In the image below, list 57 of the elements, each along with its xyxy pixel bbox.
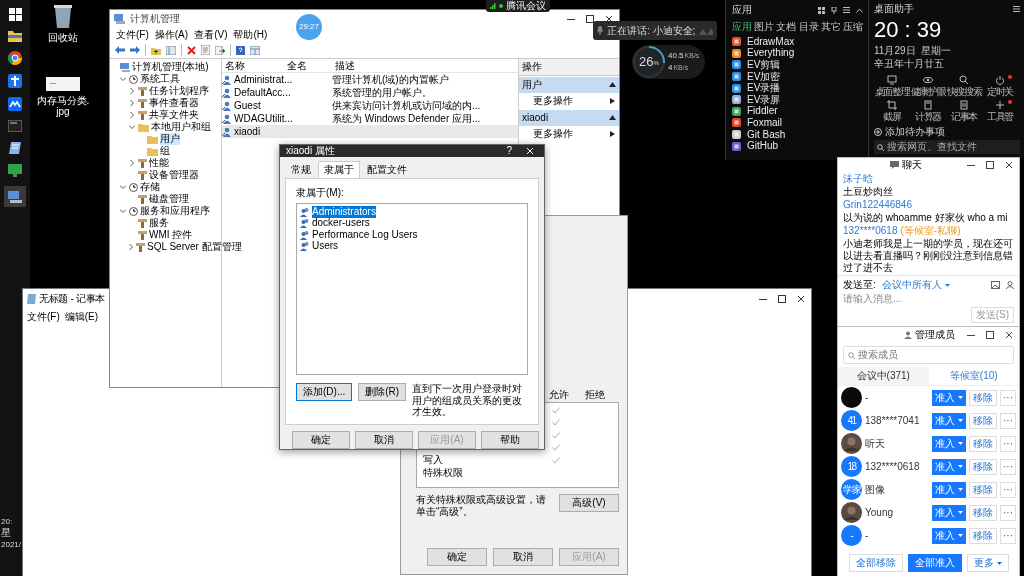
clock-text: 2021/ bbox=[1, 540, 22, 550]
table-cell-text: 供来宾访问计算机或访问域的内... bbox=[332, 99, 482, 112]
info-text: 直到下一次用户登录时对用户的组成员关系的更改才生效。 bbox=[412, 383, 524, 418]
field-label: 发送至: bbox=[843, 279, 876, 291]
upload-speed: 40.5 bbox=[668, 51, 684, 61]
download-speed: 4 bbox=[668, 63, 673, 73]
member-name: 138****7041 bbox=[865, 414, 921, 427]
window-title: 聊天 bbox=[902, 159, 922, 171]
table-cell: DefaultAcc... bbox=[234, 86, 291, 99]
weekday-text: 星期一 bbox=[920, 45, 951, 57]
permission-name: 写入 bbox=[423, 454, 444, 467]
info-text: 有关特殊权限或高级设置，请单击“高级”。 bbox=[416, 494, 547, 518]
window-title: 管理成员 bbox=[915, 329, 955, 341]
sender-name: 132****0618 bbox=[843, 225, 898, 237]
message-text: 土豆炒肉丝 bbox=[843, 186, 894, 198]
pane-header: 操作 bbox=[519, 59, 619, 76]
member-name: Young bbox=[865, 506, 894, 519]
member-name: 听天 bbox=[865, 437, 886, 450]
member-name: 132****0618 bbox=[865, 460, 921, 473]
table-cell-text: 管理计算机(域)的内置帐户 bbox=[332, 73, 450, 86]
app-title: 腾讯会议 bbox=[506, 0, 546, 12]
clock-text: 20: bbox=[1, 516, 14, 527]
member-name: - bbox=[865, 529, 870, 542]
column-header: 允许 bbox=[549, 389, 570, 402]
section-title: xiaodi bbox=[522, 112, 549, 124]
table-cell: Administrat... bbox=[234, 73, 293, 86]
permission-name: 特殊权限 bbox=[423, 466, 464, 479]
avatar: 学家 bbox=[841, 479, 862, 500]
window-title: 无标题 - 记事本 bbox=[39, 293, 106, 305]
message-text: 以为说的 whoamme 好家伙 who a mi bbox=[843, 212, 1009, 224]
sender-tag: (等候室-私聊) bbox=[900, 225, 961, 237]
column-header: 拒绝 bbox=[585, 389, 606, 402]
panel-title: 桌面助手 bbox=[874, 3, 914, 15]
clock-text: 星 bbox=[1, 527, 12, 540]
member-name: - bbox=[865, 391, 870, 404]
table-cell: Guest bbox=[234, 99, 261, 112]
table-cell: WDAGUtilit... bbox=[234, 112, 293, 125]
member-name: 图像 bbox=[865, 483, 886, 496]
sender-name: 沫子晗 bbox=[843, 173, 873, 185]
window-title: 计算机管理 bbox=[130, 12, 180, 25]
window-title: xiaodi 属性 bbox=[286, 145, 335, 157]
toast-text: 正在讲话: 小迪安全; bbox=[607, 24, 696, 37]
avatar: 41 bbox=[841, 410, 862, 431]
avatar: 18 bbox=[841, 456, 862, 477]
field-label: 隶属于(M): bbox=[296, 187, 345, 199]
section-title: 用户 bbox=[522, 79, 542, 91]
table-cell-text: 系统为 Windows Defender 应用... bbox=[332, 112, 482, 125]
avatar: - bbox=[841, 525, 862, 546]
table-cell-text: 系统管理的用户帐户。 bbox=[332, 86, 433, 99]
table-cell: xiaodi bbox=[234, 125, 261, 138]
panel-title: 应用 bbox=[732, 4, 752, 16]
message-text: 小迪老师我是上一期的学员，现在还可以进去看直播吗？刚刚没注意到信息错过了进不去 bbox=[843, 238, 1014, 274]
clock-time: 20 : 39 bbox=[874, 19, 943, 41]
date-text: 11月29日 bbox=[874, 45, 916, 57]
usage-value: 26 bbox=[639, 54, 654, 70]
sender-name: Grin122446846 bbox=[843, 199, 912, 211]
lunar-date: 辛丑年十月廿五 bbox=[874, 58, 944, 70]
